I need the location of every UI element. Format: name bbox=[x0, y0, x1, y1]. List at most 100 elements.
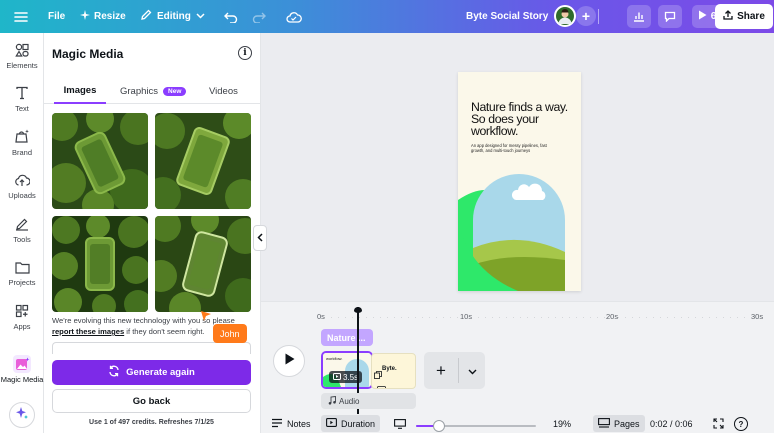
rail-label: Magic Media bbox=[0, 375, 44, 384]
chevron-down-icon bbox=[468, 362, 477, 380]
generated-image[interactable] bbox=[155, 113, 251, 209]
design-title[interactable]: Byte Social Story bbox=[466, 0, 548, 33]
add-page-button[interactable]: + bbox=[424, 352, 458, 389]
rail-item-apps[interactable]: Apps bbox=[0, 302, 44, 331]
rail-item-brand[interactable]: Brand bbox=[0, 128, 44, 157]
rail-label: Tools bbox=[13, 235, 31, 244]
timeline-tick: 0s bbox=[317, 312, 325, 321]
help-icon[interactable]: ? bbox=[734, 417, 748, 431]
zoom-slider-handle[interactable] bbox=[432, 420, 445, 432]
rail-item-elements[interactable]: Elements bbox=[0, 41, 44, 70]
pages-label: Pages bbox=[614, 418, 640, 429]
sparkle-icon bbox=[15, 406, 29, 425]
editing-mode-dropdown[interactable]: Editing bbox=[140, 0, 205, 33]
generate-again-button[interactable]: Generate again bbox=[52, 360, 251, 385]
zoom-slider[interactable] bbox=[416, 420, 536, 432]
generate-label: Generate again bbox=[126, 367, 195, 378]
folder-icon bbox=[13, 258, 31, 276]
tab-images[interactable]: Images bbox=[54, 78, 106, 104]
rail-item-text[interactable]: Text bbox=[0, 84, 44, 113]
notes-button[interactable]: Notes bbox=[271, 415, 311, 432]
cloud-saved-icon[interactable] bbox=[286, 0, 302, 33]
comment-icon[interactable] bbox=[658, 5, 682, 28]
upload-icon bbox=[723, 10, 733, 23]
rail-item-projects[interactable]: Projects bbox=[0, 258, 44, 287]
design-page[interactable]: Nature finds a way. So does your workflo… bbox=[458, 72, 581, 291]
playback-time: 0:02 / 0:06 bbox=[650, 418, 693, 429]
tab-graphics[interactable]: Graphics New bbox=[120, 78, 187, 104]
rail-item-uploads[interactable]: Uploads bbox=[0, 171, 44, 200]
editor-footer: Notes Duration 19% Pages 0:02 / 0:06 ? bbox=[261, 414, 774, 433]
playhead-handle[interactable] bbox=[354, 307, 362, 313]
tab-videos[interactable]: Videos bbox=[209, 78, 238, 104]
brand-icon bbox=[13, 128, 31, 146]
rail-item-tools[interactable]: Tools bbox=[0, 215, 44, 244]
clip-brand-name: Byte. bbox=[382, 366, 397, 372]
audio-label: Audio bbox=[339, 396, 360, 406]
generated-image[interactable] bbox=[52, 216, 148, 312]
zoom-level[interactable]: 19% bbox=[553, 415, 571, 432]
design-subtext[interactable]: An app designed for messy pipelines, fas… bbox=[471, 143, 551, 153]
duration-button[interactable]: Duration bbox=[321, 415, 381, 432]
left-nav-rail: Elements Text Brand Uploads Tools Projec… bbox=[0, 33, 44, 433]
collapse-panel-button[interactable] bbox=[253, 225, 267, 251]
clip-duration-text: 3.5s bbox=[343, 372, 359, 382]
timeline-clip-page-1[interactable]: workflow. 3.5s bbox=[321, 351, 373, 389]
audio-track[interactable]: Audio bbox=[321, 393, 416, 409]
prompt-input[interactable] bbox=[52, 342, 251, 354]
rail-label: Projects bbox=[8, 278, 36, 287]
generated-image[interactable] bbox=[52, 113, 148, 209]
generated-image[interactable] bbox=[155, 216, 251, 312]
design-headline[interactable]: Nature finds a way. So does your workflo… bbox=[471, 101, 576, 137]
rail-label: Brand bbox=[11, 148, 32, 157]
pages-icon bbox=[598, 417, 610, 430]
insights-icon[interactable] bbox=[627, 5, 651, 28]
report-images-link[interactable]: report these images bbox=[52, 327, 124, 336]
refresh-icon bbox=[108, 365, 120, 380]
nature-illustration[interactable] bbox=[458, 160, 581, 291]
redo-icon[interactable] bbox=[252, 0, 266, 33]
editing-label: Editing bbox=[157, 11, 191, 22]
timeline-ruler bbox=[331, 317, 751, 318]
collaborator-cursor-label: John bbox=[213, 324, 247, 343]
video-icon bbox=[377, 380, 386, 388]
add-page-options-button[interactable] bbox=[459, 352, 485, 389]
elements-icon bbox=[13, 41, 31, 59]
avatar[interactable] bbox=[554, 5, 576, 27]
add-collaborator-button[interactable]: + bbox=[576, 6, 596, 26]
uploads-icon bbox=[13, 171, 31, 189]
tools-icon bbox=[13, 215, 31, 233]
timeline-clip-page-2[interactable]: Byte. bbox=[371, 353, 416, 389]
page-name-label[interactable]: Nature ... bbox=[321, 329, 373, 346]
rail-item-magic-media[interactable]: Magic Media bbox=[0, 355, 44, 384]
rail-label: Elements bbox=[6, 61, 38, 70]
undo-icon[interactable] bbox=[224, 0, 238, 33]
screen-view-icon[interactable] bbox=[394, 415, 406, 432]
credits-info: Use 1 of 497 credits. Refreshes 7/1/25 bbox=[89, 419, 214, 426]
rail-label: Text bbox=[15, 104, 29, 113]
fullscreen-icon[interactable] bbox=[713, 415, 724, 432]
sparkle-icon bbox=[80, 10, 90, 23]
share-button[interactable]: Share bbox=[715, 4, 773, 29]
rail-label: Apps bbox=[13, 322, 31, 331]
chevron-down-icon bbox=[196, 11, 205, 22]
pages-button[interactable]: Pages bbox=[593, 415, 645, 432]
file-menu[interactable]: File bbox=[48, 0, 65, 33]
text-icon bbox=[13, 84, 31, 102]
media-tabs: Images Graphics New Videos bbox=[44, 78, 261, 104]
video-icon bbox=[333, 372, 341, 382]
duration-label: Duration bbox=[341, 418, 376, 429]
svg-text:workflow.: workflow. bbox=[326, 356, 342, 361]
go-back-button[interactable]: Go back bbox=[52, 389, 251, 413]
timeline: 0s 10s 20s 30s Nature ... workflow. 3.5s bbox=[261, 301, 774, 415]
resize-button[interactable]: Resize bbox=[80, 0, 126, 33]
new-badge: New bbox=[163, 86, 187, 96]
timeline-tick: 30s bbox=[751, 312, 764, 321]
ai-assistant-button[interactable] bbox=[9, 402, 35, 428]
pencil-icon bbox=[140, 9, 152, 24]
menu-icon[interactable] bbox=[14, 0, 30, 33]
timeline-play-button[interactable] bbox=[273, 345, 305, 377]
resize-label: Resize bbox=[94, 11, 126, 22]
info-icon[interactable]: i bbox=[238, 46, 252, 60]
play-icon bbox=[284, 352, 295, 370]
